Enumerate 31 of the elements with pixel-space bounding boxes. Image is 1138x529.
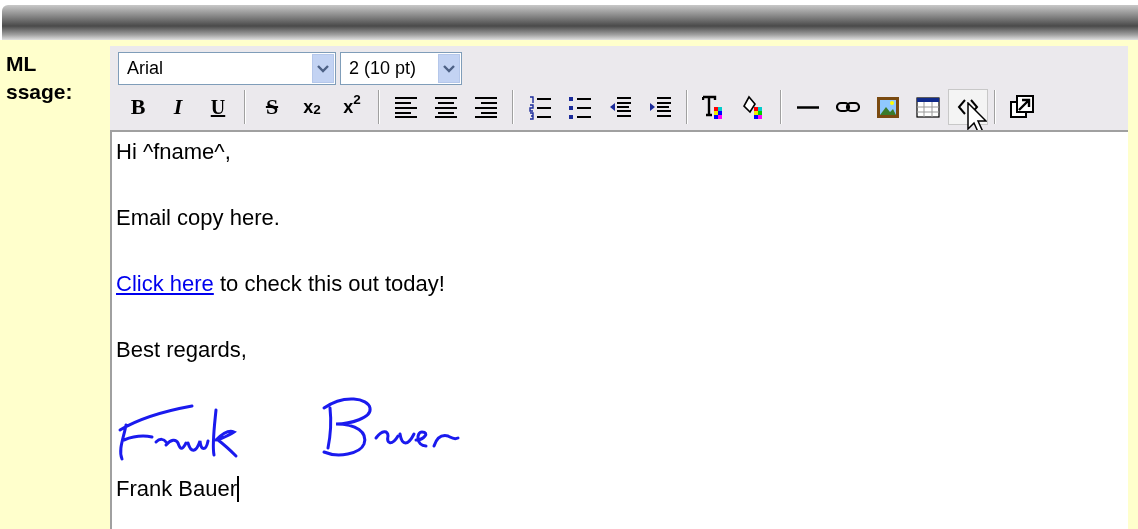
italic-button[interactable]: I bbox=[158, 89, 198, 125]
body-text: Hi ^fname^, bbox=[116, 139, 231, 164]
editor-area[interactable]: Hi ^fname^, Email copy here. Click here to check this out today! Best regards, Frank Bauer bbox=[110, 130, 1128, 529]
align-center-icon bbox=[434, 94, 458, 120]
table-icon bbox=[916, 94, 940, 120]
body-text: Click here to check this out today! bbox=[116, 271, 445, 296]
align-left-icon bbox=[394, 94, 418, 120]
image-icon bbox=[876, 94, 900, 120]
strike-button[interactable]: S bbox=[252, 89, 292, 125]
bullet-list-icon bbox=[568, 94, 592, 120]
text-caret bbox=[237, 476, 240, 502]
bold-button[interactable]: B bbox=[118, 89, 158, 125]
indent-icon bbox=[648, 94, 672, 120]
dropdown[interactable]: Arial bbox=[118, 52, 336, 85]
outdent-icon bbox=[608, 94, 632, 120]
superscript-button[interactable]: x$^{2}$ bbox=[332, 89, 372, 125]
field-label: ssage: bbox=[6, 79, 74, 105]
link[interactable]: Click here bbox=[116, 271, 214, 296]
align-right-icon bbox=[474, 94, 498, 120]
field-label: ML bbox=[6, 51, 38, 77]
body-text: Email copy here. bbox=[116, 205, 280, 230]
underline-button[interactable]: U bbox=[198, 89, 238, 125]
dropdown[interactable]: 2 (10 pt) bbox=[340, 52, 462, 85]
body-text: Best regards, bbox=[116, 337, 247, 362]
horizontal-rule-icon bbox=[796, 105, 820, 109]
body-text: Frank Bauer bbox=[116, 477, 238, 501]
subscript-button[interactable]: x$_{2}$ bbox=[292, 89, 332, 125]
popout-icon bbox=[1010, 94, 1034, 120]
chevron-down-icon bbox=[317, 64, 329, 73]
chevron-down-icon bbox=[443, 64, 455, 73]
numbered-list-icon bbox=[528, 94, 552, 120]
